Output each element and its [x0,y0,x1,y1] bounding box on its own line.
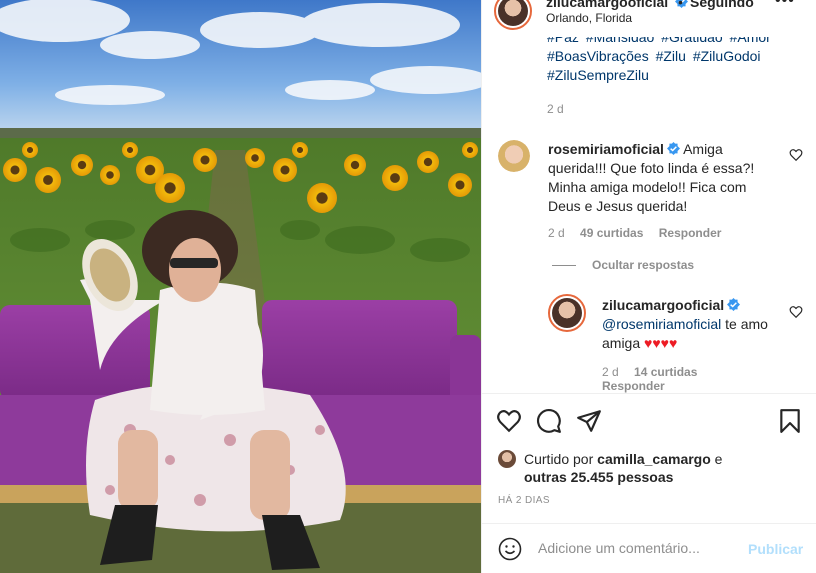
reply-meta: 2 d 14 curtidas [602,365,697,379]
liked-by-user[interactable]: camilla_camargo [597,451,711,467]
hashtag[interactable]: #Mansidão [586,37,655,45]
save-bookmark-icon[interactable] [777,408,803,434]
liked-by-text: Curtido por camilla_camargo e outras 25.… [524,450,764,486]
reply-body: zilucamargooficial @rosemiriamoficial te… [602,296,782,353]
commenter-avatar[interactable] [498,140,530,172]
post-header: zilucamargooficial • Seguindo Orlando, F… [482,0,816,32]
hide-replies-label: Ocultar respostas [592,258,695,272]
caption-hashtags: #Paz #Mansidão #Gratidão #Amor #BoasVibr… [547,32,777,85]
hashtag[interactable]: #BoasVibrações [547,48,649,64]
post-image [0,0,481,573]
emoji-smiley-icon[interactable] [498,537,522,561]
liked-others-count[interactable]: outras 25.455 pessoas [524,469,673,485]
follow-status-button[interactable]: Seguindo [690,0,754,10]
red-hearts-emoji: ♥♥♥♥ [644,335,678,351]
hashtag[interactable]: #ZiluGodoi [693,48,761,64]
comment-reply-button[interactable]: Responder [659,226,722,240]
hashtag[interactable]: #Gratidão [661,37,722,45]
liked-prefix: Curtido por [524,451,594,467]
hashtag[interactable]: #Amor [730,37,771,45]
comment-like-heart-icon[interactable] [789,148,803,162]
comments-scroll-area[interactable]: #Paz #Mansidão #Gratidão #Amor #BoasVibr… [482,32,816,393]
comment-input[interactable] [538,540,738,556]
reply-meta-2: Responder [602,379,665,393]
post-location[interactable]: Orlando, Florida [546,11,632,25]
divider-line [552,264,576,266]
author-username[interactable]: zilucamargooficial [546,0,689,10]
comment-likes[interactable]: 49 curtidas [580,226,643,240]
author-avatar[interactable] [494,0,532,30]
more-horizontal-icon[interactable]: ••• [775,0,795,10]
post-photo[interactable] [0,0,481,573]
hashtag[interactable]: #Zilu [656,48,686,64]
liked-and: e [714,451,723,467]
reply-mention[interactable]: @rosemiriamoficial [602,316,721,332]
reply-like-heart-icon[interactable] [789,305,803,319]
hashtags-line-partial: #Paz #Mansidão #Gratidão #Amor [547,37,777,47]
comment-bubble-icon[interactable] [536,408,562,434]
reply-reply-button[interactable]: Responder [602,379,665,393]
post-actions: Curtido por camilla_camargo e outras 25.… [482,393,816,523]
like-heart-icon[interactable] [496,408,522,434]
reply-likes[interactable]: 14 curtidas [634,365,697,379]
caption-time[interactable]: 2 d [547,102,564,116]
post-side-panel: zilucamargooficial • Seguindo Orlando, F… [481,0,816,573]
verified-badge-icon [727,298,741,311]
commenter-username[interactable]: rosemiriamoficial [548,141,664,157]
header-separator: • [678,0,683,10]
verified-badge-icon [666,142,680,155]
comment-time[interactable]: 2 d [548,226,565,240]
reply-author-avatar[interactable] [548,294,586,332]
reply-time[interactable]: 2 d [602,365,619,379]
share-paper-plane-icon[interactable] [576,408,602,434]
comment-body: rosemiriamoficial Amiga querida!!! Que f… [548,140,773,216]
liked-by-summary: Curtido por camilla_camargo e outras 25.… [498,450,764,486]
publish-button[interactable]: Publicar [748,541,803,557]
liker-avatar[interactable] [498,450,516,468]
comment-meta: 2 d 49 curtidas Responder [548,226,721,240]
reply-username[interactable]: zilucamargooficial [602,297,724,313]
add-comment-bar: Publicar [482,523,816,573]
hide-replies-button[interactable]: Ocultar respostas [552,258,694,272]
hashtag[interactable]: #Paz [547,37,579,45]
author-username-text[interactable]: zilucamargooficial [546,0,668,10]
hashtag[interactable]: #ZiluSempreZilu [547,67,649,83]
post-timestamp[interactable]: HÁ 2 DIAS [498,495,550,506]
